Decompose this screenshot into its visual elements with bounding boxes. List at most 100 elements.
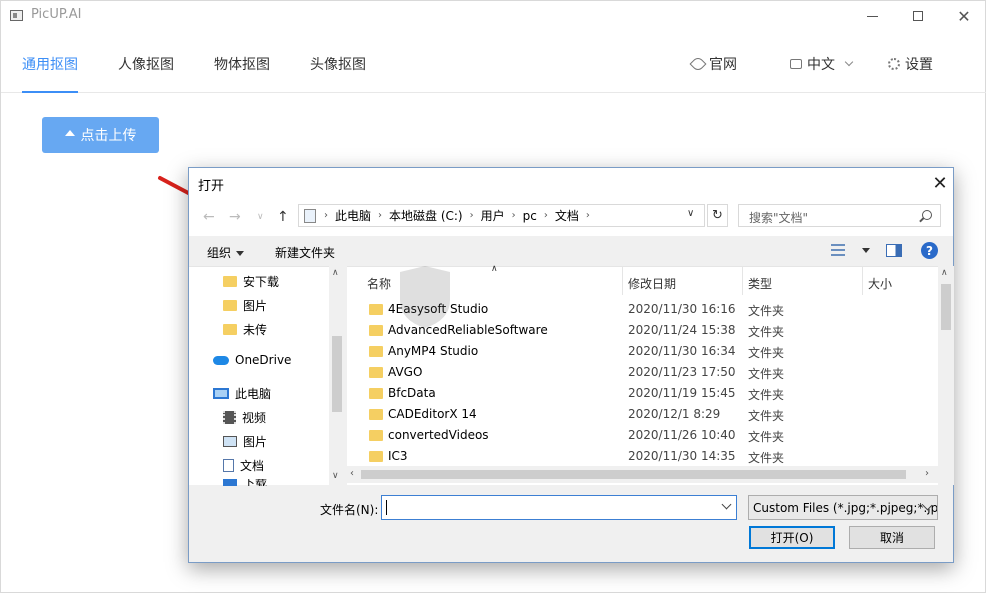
address-dropdown-icon[interactable]: ∨: [687, 208, 694, 219]
file-type: 文件夹: [748, 409, 785, 423]
file-row[interactable]: AnyMP4 Studio 2020/11/30 16:34 文件夹: [347, 341, 922, 362]
breadcrumb-documents[interactable]: 文档: [555, 207, 579, 224]
dialog-close-button[interactable]: ✕: [925, 168, 955, 198]
nav-item-label: 此电脑: [235, 387, 272, 401]
breadcrumb-users[interactable]: 用户: [481, 207, 505, 224]
file-row[interactable]: AdvancedReliableSoftware 2020/11/24 15:38…: [347, 320, 922, 341]
file-list-horizontal-scrollbar[interactable]: ‹ ›: [347, 466, 938, 483]
search-placeholder: 搜索"文档": [749, 211, 809, 225]
text-caret: [386, 500, 387, 515]
preview-pane-icon[interactable]: [886, 244, 902, 257]
organize-menu[interactable]: 组织: [207, 244, 245, 261]
forward-arrow-icon[interactable]: →: [229, 209, 241, 225]
minimize-button[interactable]: [849, 1, 895, 31]
nav-item-label: 视频: [242, 411, 267, 425]
view-dropdown-icon[interactable]: [862, 248, 870, 253]
command-bar: 组织 新建文件夹 ?: [189, 236, 953, 266]
close-button[interactable]: ✕: [941, 1, 986, 31]
filename-input[interactable]: [381, 495, 737, 520]
scrollbar-thumb[interactable]: [361, 470, 906, 479]
scroll-down-icon[interactable]: ∨: [332, 471, 339, 481]
nav-item-onedrive[interactable]: OneDrive: [213, 353, 291, 367]
file-type: 文件夹: [748, 451, 785, 465]
settings-link[interactable]: 设置: [888, 54, 933, 74]
address-bar[interactable]: › 此电脑 › 本地磁盘 (C:) › 用户 › pc › 文档 › ∨: [298, 204, 705, 227]
computer-icon: [213, 388, 229, 399]
open-button[interactable]: 打开(O): [749, 526, 835, 549]
official-site-link[interactable]: 官网: [689, 54, 737, 74]
column-header-size[interactable]: 大小: [868, 275, 892, 292]
breadcrumb-separator-icon: ›: [585, 210, 590, 221]
nav-item-downloads[interactable]: 下载: [223, 479, 267, 486]
navigation-pane-scrollbar[interactable]: ∧ ∨: [329, 266, 345, 485]
cancel-button[interactable]: 取消: [849, 526, 935, 549]
nav-item-label: OneDrive: [235, 353, 292, 367]
nav-item-anxz[interactable]: 安下载: [223, 273, 279, 290]
file-name: BfcData: [388, 386, 436, 400]
scroll-right-icon[interactable]: ›: [925, 468, 929, 479]
download-icon: [223, 479, 237, 486]
upload-icon: [64, 130, 75, 136]
file-name: convertedVideos: [388, 428, 489, 442]
tab-general-cutout[interactable]: 通用抠图: [22, 54, 78, 93]
app-logo-icon: [10, 10, 23, 21]
search-input[interactable]: 搜索"文档": [738, 204, 941, 227]
dialog-titlebar: 打开 ✕: [189, 168, 953, 198]
maximize-button[interactable]: [895, 1, 941, 31]
recent-chevron-icon[interactable]: ∨: [257, 212, 264, 222]
file-row[interactable]: CADEditorX 14 2020/12/1 8:29 文件夹: [347, 404, 922, 425]
mode-tabs: 通用抠图 人像抠图 物体抠图 头像抠图 官网 中文 设置: [1, 49, 986, 93]
file-row[interactable]: convertedVideos 2020/11/26 10:40 文件夹: [347, 425, 922, 446]
file-type: 文件夹: [748, 346, 785, 360]
column-header-name[interactable]: 名称: [367, 275, 391, 292]
tab-object-cutout[interactable]: 物体抠图: [214, 54, 270, 93]
nav-item-untransferred[interactable]: 未传: [223, 321, 267, 338]
column-separator: [742, 267, 743, 295]
tab-portrait-cutout[interactable]: 人像抠图: [118, 54, 174, 93]
nav-item-label: 图片: [243, 435, 268, 449]
scrollbar-thumb[interactable]: [941, 284, 951, 330]
help-icon[interactable]: ?: [921, 242, 938, 259]
new-folder-button[interactable]: 新建文件夹: [275, 244, 335, 261]
file-date: 2020/11/24 15:38: [628, 323, 736, 337]
tab-avatar-cutout[interactable]: 头像抠图: [310, 54, 366, 93]
back-arrow-icon[interactable]: ←: [203, 209, 215, 225]
nav-item-this-pc[interactable]: 此电脑: [213, 385, 271, 402]
language-select[interactable]: 中文: [790, 54, 854, 74]
breadcrumb-this-pc[interactable]: 此电脑: [335, 207, 371, 224]
filetype-select[interactable]: Custom Files (*.jpg;*.pjpeg;*.jpeg;*.png…: [748, 495, 938, 520]
file-row[interactable]: IC3 2020/11/30 14:35 文件夹: [347, 446, 922, 467]
file-row[interactable]: 4Easysoft Studio 2020/11/30 16:16 文件夹: [347, 299, 922, 320]
nav-item-documents[interactable]: 文档: [223, 457, 264, 474]
breadcrumb-local-disk[interactable]: 本地磁盘 (C:): [389, 207, 463, 224]
file-date: 2020/11/26 10:40: [628, 428, 736, 442]
file-type: 文件夹: [748, 325, 785, 339]
folder-icon: [369, 325, 383, 336]
breadcrumb-separator-icon: ›: [324, 210, 328, 221]
file-name: 4Easysoft Studio: [388, 302, 489, 316]
file-list-vertical-scrollbar[interactable]: ∧: [938, 266, 954, 485]
nav-item-pictures[interactable]: 图片: [223, 433, 267, 450]
dialog-title: 打开: [198, 179, 225, 194]
file-date: 2020/11/30 14:35: [628, 449, 736, 463]
nav-item-pictures-quick[interactable]: 图片: [223, 297, 267, 314]
column-separator: [622, 267, 623, 295]
scroll-up-icon[interactable]: ∧: [941, 268, 948, 278]
up-arrow-icon[interactable]: ↑: [277, 209, 289, 225]
chevron-down-icon[interactable]: [721, 499, 732, 510]
column-header-modified[interactable]: 修改日期: [628, 275, 676, 292]
nav-item-videos[interactable]: 视频: [223, 409, 266, 426]
file-row[interactable]: BfcData 2020/11/19 15:45 文件夹: [347, 383, 922, 404]
column-header-type[interactable]: 类型: [748, 275, 772, 292]
nav-item-label: 下载: [243, 479, 268, 486]
scrollbar-thumb[interactable]: [332, 336, 342, 412]
folder-icon: [369, 388, 383, 399]
scroll-up-icon[interactable]: ∧: [332, 268, 339, 278]
breadcrumb-pc[interactable]: pc: [523, 209, 537, 223]
view-options-icon[interactable]: [831, 244, 845, 256]
file-row[interactable]: AVGO 2020/11/23 17:50 文件夹: [347, 362, 922, 383]
document-icon: [223, 459, 234, 472]
upload-button[interactable]: 点击上传: [42, 117, 159, 153]
scroll-left-icon[interactable]: ‹: [350, 468, 354, 479]
refresh-button[interactable]: ↻: [707, 204, 728, 227]
